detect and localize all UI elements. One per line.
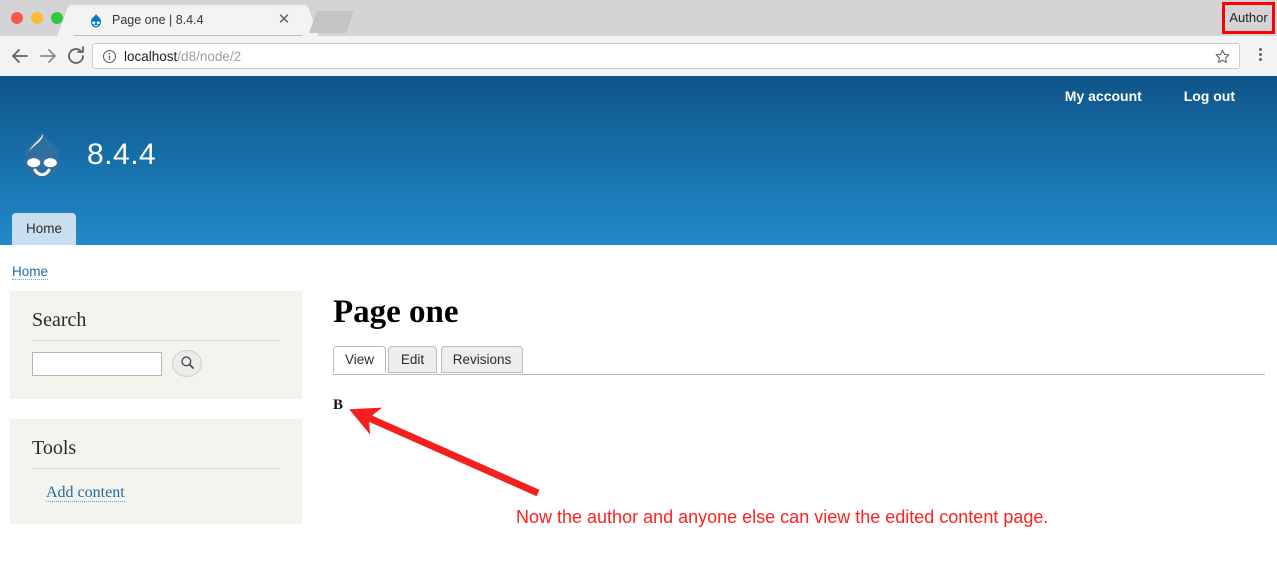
site-name[interactable]: 8.4.4: [87, 138, 156, 172]
address-bar[interactable]: localhost/d8/node/2: [92, 43, 1240, 69]
close-window-button[interactable]: [11, 12, 23, 24]
browser-tab[interactable]: Page one | 8.4.4 ✕: [72, 5, 304, 36]
my-account-link[interactable]: My account: [1065, 88, 1142, 104]
tab-revisions[interactable]: Revisions: [441, 346, 523, 373]
drupal-page: My account Log out 8.4.4 Home Home Searc…: [0, 76, 1277, 562]
breadcrumb: Home: [12, 264, 49, 280]
drupal-droplet-icon: [88, 13, 104, 29]
browser-chrome: Page one | 8.4.4 ✕ localhost/d8/node/2 A…: [0, 0, 1277, 77]
url-host: localhost: [124, 49, 178, 64]
close-icon[interactable]: ✕: [276, 12, 292, 28]
tools-block-title: Tools: [32, 437, 280, 469]
search-block-title: Search: [32, 309, 280, 341]
url-path: /d8/node/2: [177, 49, 242, 64]
site-header: My account Log out 8.4.4 Home: [0, 76, 1277, 245]
node-body-text: B: [333, 397, 344, 413]
three-dot-menu-icon[interactable]: [1252, 48, 1268, 64]
user-account-links: My account Log out: [1027, 88, 1235, 104]
url-text: localhost/d8/node/2: [124, 47, 241, 66]
add-content-link[interactable]: Add content: [46, 484, 125, 502]
node-tabs: View Edit Revisions: [333, 346, 1265, 375]
star-icon[interactable]: [1214, 48, 1231, 65]
forward-arrow-icon[interactable]: [36, 44, 60, 68]
author-highlight-badge: Author: [1222, 2, 1275, 34]
tab-edit[interactable]: Edit: [388, 346, 437, 373]
browser-tab-title: Page one | 8.4.4: [112, 13, 204, 27]
info-circle-icon[interactable]: [102, 49, 117, 64]
window-controls: [11, 12, 63, 24]
main-content: Page one View Edit Revisions B: [333, 291, 1266, 414]
list-item: Add content: [32, 478, 280, 502]
tools-menu: Add content: [32, 478, 280, 502]
drupal-droplet-icon[interactable]: [14, 129, 70, 185]
tab-view[interactable]: View: [333, 346, 386, 373]
main-menu: Home: [12, 213, 77, 245]
breadcrumb-item-home[interactable]: Home: [12, 264, 49, 280]
search-input[interactable]: [32, 351, 162, 376]
search-form: [32, 350, 280, 377]
reload-icon[interactable]: [64, 44, 88, 68]
minimize-window-button[interactable]: [31, 12, 43, 24]
search-submit-button[interactable]: [172, 350, 202, 377]
tools-block: Tools Add content: [10, 419, 302, 524]
magnifier-icon: [180, 355, 195, 373]
log-out-link[interactable]: Log out: [1184, 88, 1235, 104]
search-block: Search: [10, 291, 302, 399]
page-title: Page one: [333, 294, 459, 330]
menu-item-home[interactable]: Home: [12, 213, 77, 245]
new-tab-icon[interactable]: [308, 11, 355, 33]
browser-tabstrip: Page one | 8.4.4 ✕: [0, 0, 1277, 36]
browser-toolbar: localhost/d8/node/2: [0, 36, 1277, 77]
sidebar: Search Tools Add content: [10, 291, 302, 544]
back-arrow-icon[interactable]: [8, 44, 32, 68]
author-badge-label: Author: [1229, 10, 1268, 25]
